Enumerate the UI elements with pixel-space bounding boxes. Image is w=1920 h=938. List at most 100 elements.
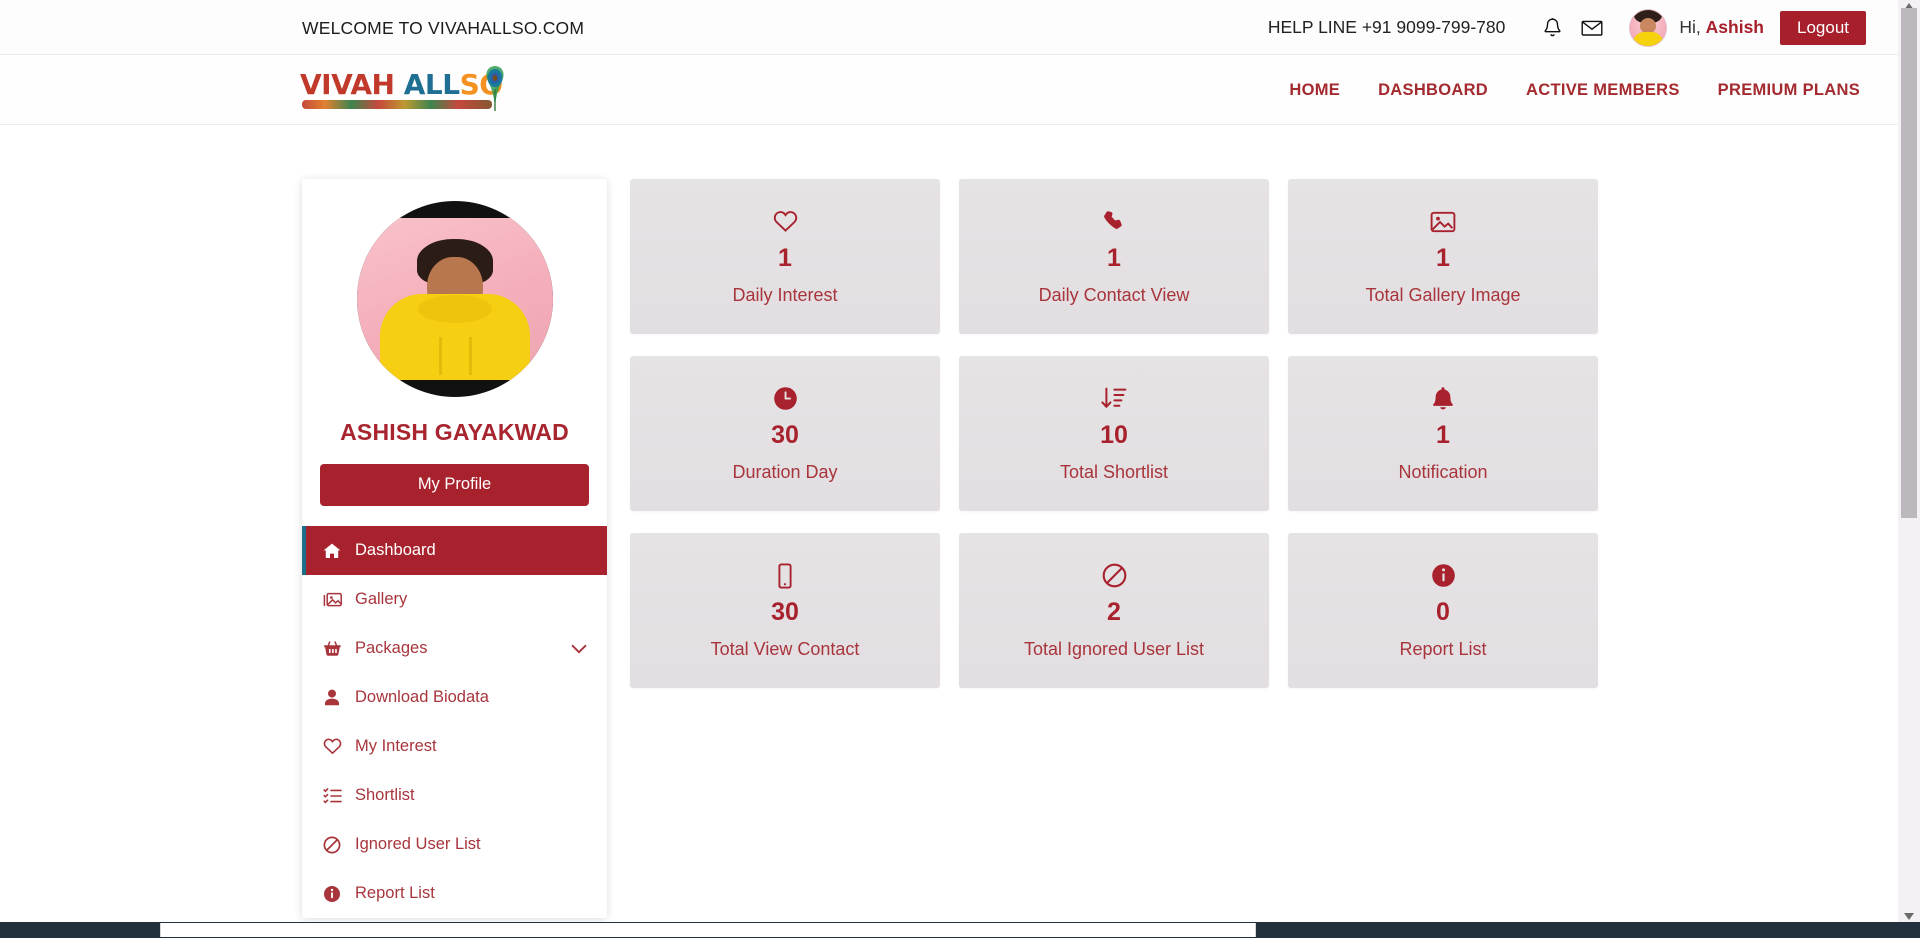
stat-card-report-list[interactable]: 0 Report List [1288,533,1598,688]
stat-card-total-shortlist[interactable]: 10 Total Shortlist [959,356,1269,511]
stat-value: 30 [771,597,799,626]
photo-hoodie-string-left [438,337,442,375]
horizontal-scrollbar-thumb[interactable] [160,923,1256,937]
profile-card: ASHISH GAYAKWAD My Profile [302,179,607,506]
stat-label: Report List [1399,638,1487,659]
nav-item-premium-plans[interactable]: PREMIUM PLANS [1718,81,1860,100]
sidebar-item-label: Download Biodata [355,688,489,706]
stat-card-total-view-contact[interactable]: 30 Total View Contact [630,533,940,688]
stat-value: 1 [1436,420,1450,449]
greeting-text: Hi, Ashish [1679,17,1764,38]
stat-label: Notification [1398,461,1488,482]
chevron-down-icon[interactable] [571,644,587,654]
sidebar-item-dashboard[interactable]: Dashboard [302,526,607,575]
page-body: ASHISH GAYAKWAD My Profile Dashboard Gal… [0,126,1898,926]
image-icon [1430,208,1456,236]
stat-card-notification[interactable]: 1 Notification [1288,356,1598,511]
stat-value: 1 [1107,243,1121,272]
logo-wordmark: VIVAH ALLSO [300,71,503,99]
logo-decorative-band [302,100,492,109]
help-line-text: HELP LINE +91 9099-799-780 [1267,17,1506,37]
mobile-icon [777,562,793,590]
sidebar-item-label: Gallery [355,590,408,608]
nav-item-active-members[interactable]: ACTIVE MEMBERS [1526,81,1680,100]
peacock-feather-icon [478,63,512,113]
top-bar-right-group: HELP LINE +91 9099-799-780 Hi, Ashish Lo… [1268,0,1866,55]
sidebar-item-label: Dashboard [355,541,436,559]
profile-name: ASHISH GAYAKWAD [340,419,569,445]
horizontal-scrollbar[interactable] [0,922,1920,938]
stat-card-total-gallery-image[interactable]: 1 Total Gallery Image [1288,179,1598,334]
info-circle-icon [1431,562,1456,590]
stat-card-total-ignored-user-list[interactable]: 2 Total Ignored User List [959,533,1269,688]
stat-label: Total Gallery Image [1365,284,1521,305]
stat-label: Total Ignored User List [1023,638,1205,659]
avatar-body [1633,31,1664,46]
stat-value: 1 [1436,243,1450,272]
sidebar-item-gallery[interactable]: Gallery [302,575,607,624]
vertical-scrollbar[interactable] [1898,0,1920,922]
sidebar-item-shortlist[interactable]: Shortlist [302,771,607,820]
stat-value: 1 [778,243,792,272]
sort-amount-icon [1101,385,1127,413]
photo-hoodie-collar [417,295,492,323]
profile-photo[interactable] [356,201,553,397]
stat-value: 30 [771,420,799,449]
greeting-username: Ashish [1705,17,1764,37]
stat-label: Total Shortlist [1059,461,1169,482]
sidebar-item-report-list[interactable]: Report List [302,869,607,918]
envelope-icon[interactable] [1575,11,1609,45]
sidebar-item-label: My Interest [355,737,437,755]
stats-grid: 1 Daily Interest 1 Daily Contact View 1 … [630,179,1598,688]
sidebar-item-label: Shortlist [355,786,415,804]
stat-card-duration-day[interactable]: 30 Duration Day [630,356,940,511]
stat-value: 2 [1107,597,1121,626]
nav-item-home[interactable]: HOME [1289,81,1340,100]
sidebar-item-label: Report List [355,884,435,902]
stat-label: Total View Contact [710,638,860,659]
logo-part-all: ALL [394,68,460,101]
bell-icon [1432,385,1454,413]
image-icon [322,592,342,608]
profile-sidebar: ASHISH GAYAKWAD My Profile Dashboard Gal… [302,179,607,918]
top-utility-bar: WELCOME TO VIVAHALLSO.COM HELP LINE +91 … [0,0,1898,55]
stat-card-daily-interest[interactable]: 1 Daily Interest [630,179,940,334]
sidebar-item-label: Packages [355,639,428,657]
main-navbar: VIVAH ALLSO HOME DASHBOARD ACTIVE MEMBER… [0,55,1898,125]
logo-part-vivah: VIVAH [300,68,395,101]
avatar[interactable] [1629,8,1668,47]
ban-icon [1102,562,1127,590]
stat-card-daily-contact-view[interactable]: 1 Daily Contact View [959,179,1269,334]
ban-icon [322,836,342,854]
heart-icon [322,738,342,755]
sidebar-item-packages[interactable]: Packages [302,624,607,673]
stat-value: 0 [1436,597,1450,626]
sidebar-item-ignored-user-list[interactable]: Ignored User List [302,820,607,869]
clock-icon [773,385,798,413]
primary-nav: HOME DASHBOARD ACTIVE MEMBERS PREMIUM PL… [1289,55,1860,125]
sidebar-menu: Dashboard Gallery Packages Download Biod… [302,526,607,918]
list-check-icon [322,787,342,804]
greeting-prefix: Hi, [1679,17,1701,37]
info-circle-icon [322,885,342,903]
stat-label: Duration Day [732,461,838,482]
stat-label: Daily Interest [732,284,838,305]
stat-label: Daily Contact View [1038,284,1190,305]
bell-icon[interactable] [1535,11,1569,45]
nav-item-dashboard[interactable]: DASHBOARD [1378,81,1488,100]
phone-icon [1102,208,1126,236]
horizontal-scrollbar-track-left[interactable] [0,923,158,937]
vertical-scrollbar-thumb[interactable] [1901,8,1917,518]
site-logo[interactable]: VIVAH ALLSO [300,66,504,113]
user-icon [322,689,342,706]
sidebar-item-download-biodata[interactable]: Download Biodata [302,673,607,722]
browser-viewport: WELCOME TO VIVAHALLSO.COM HELP LINE +91 … [0,0,1920,938]
sidebar-item-label: Ignored User List [355,835,481,853]
photo-hoodie-string-right [468,337,472,375]
stat-value: 10 [1100,420,1128,449]
sidebar-item-my-interest[interactable]: My Interest [302,722,607,771]
home-icon [322,543,342,559]
my-profile-button[interactable]: My Profile [320,464,589,506]
logout-button[interactable]: Logout [1780,10,1866,45]
scroll-down-arrow-icon[interactable] [1902,912,1916,920]
